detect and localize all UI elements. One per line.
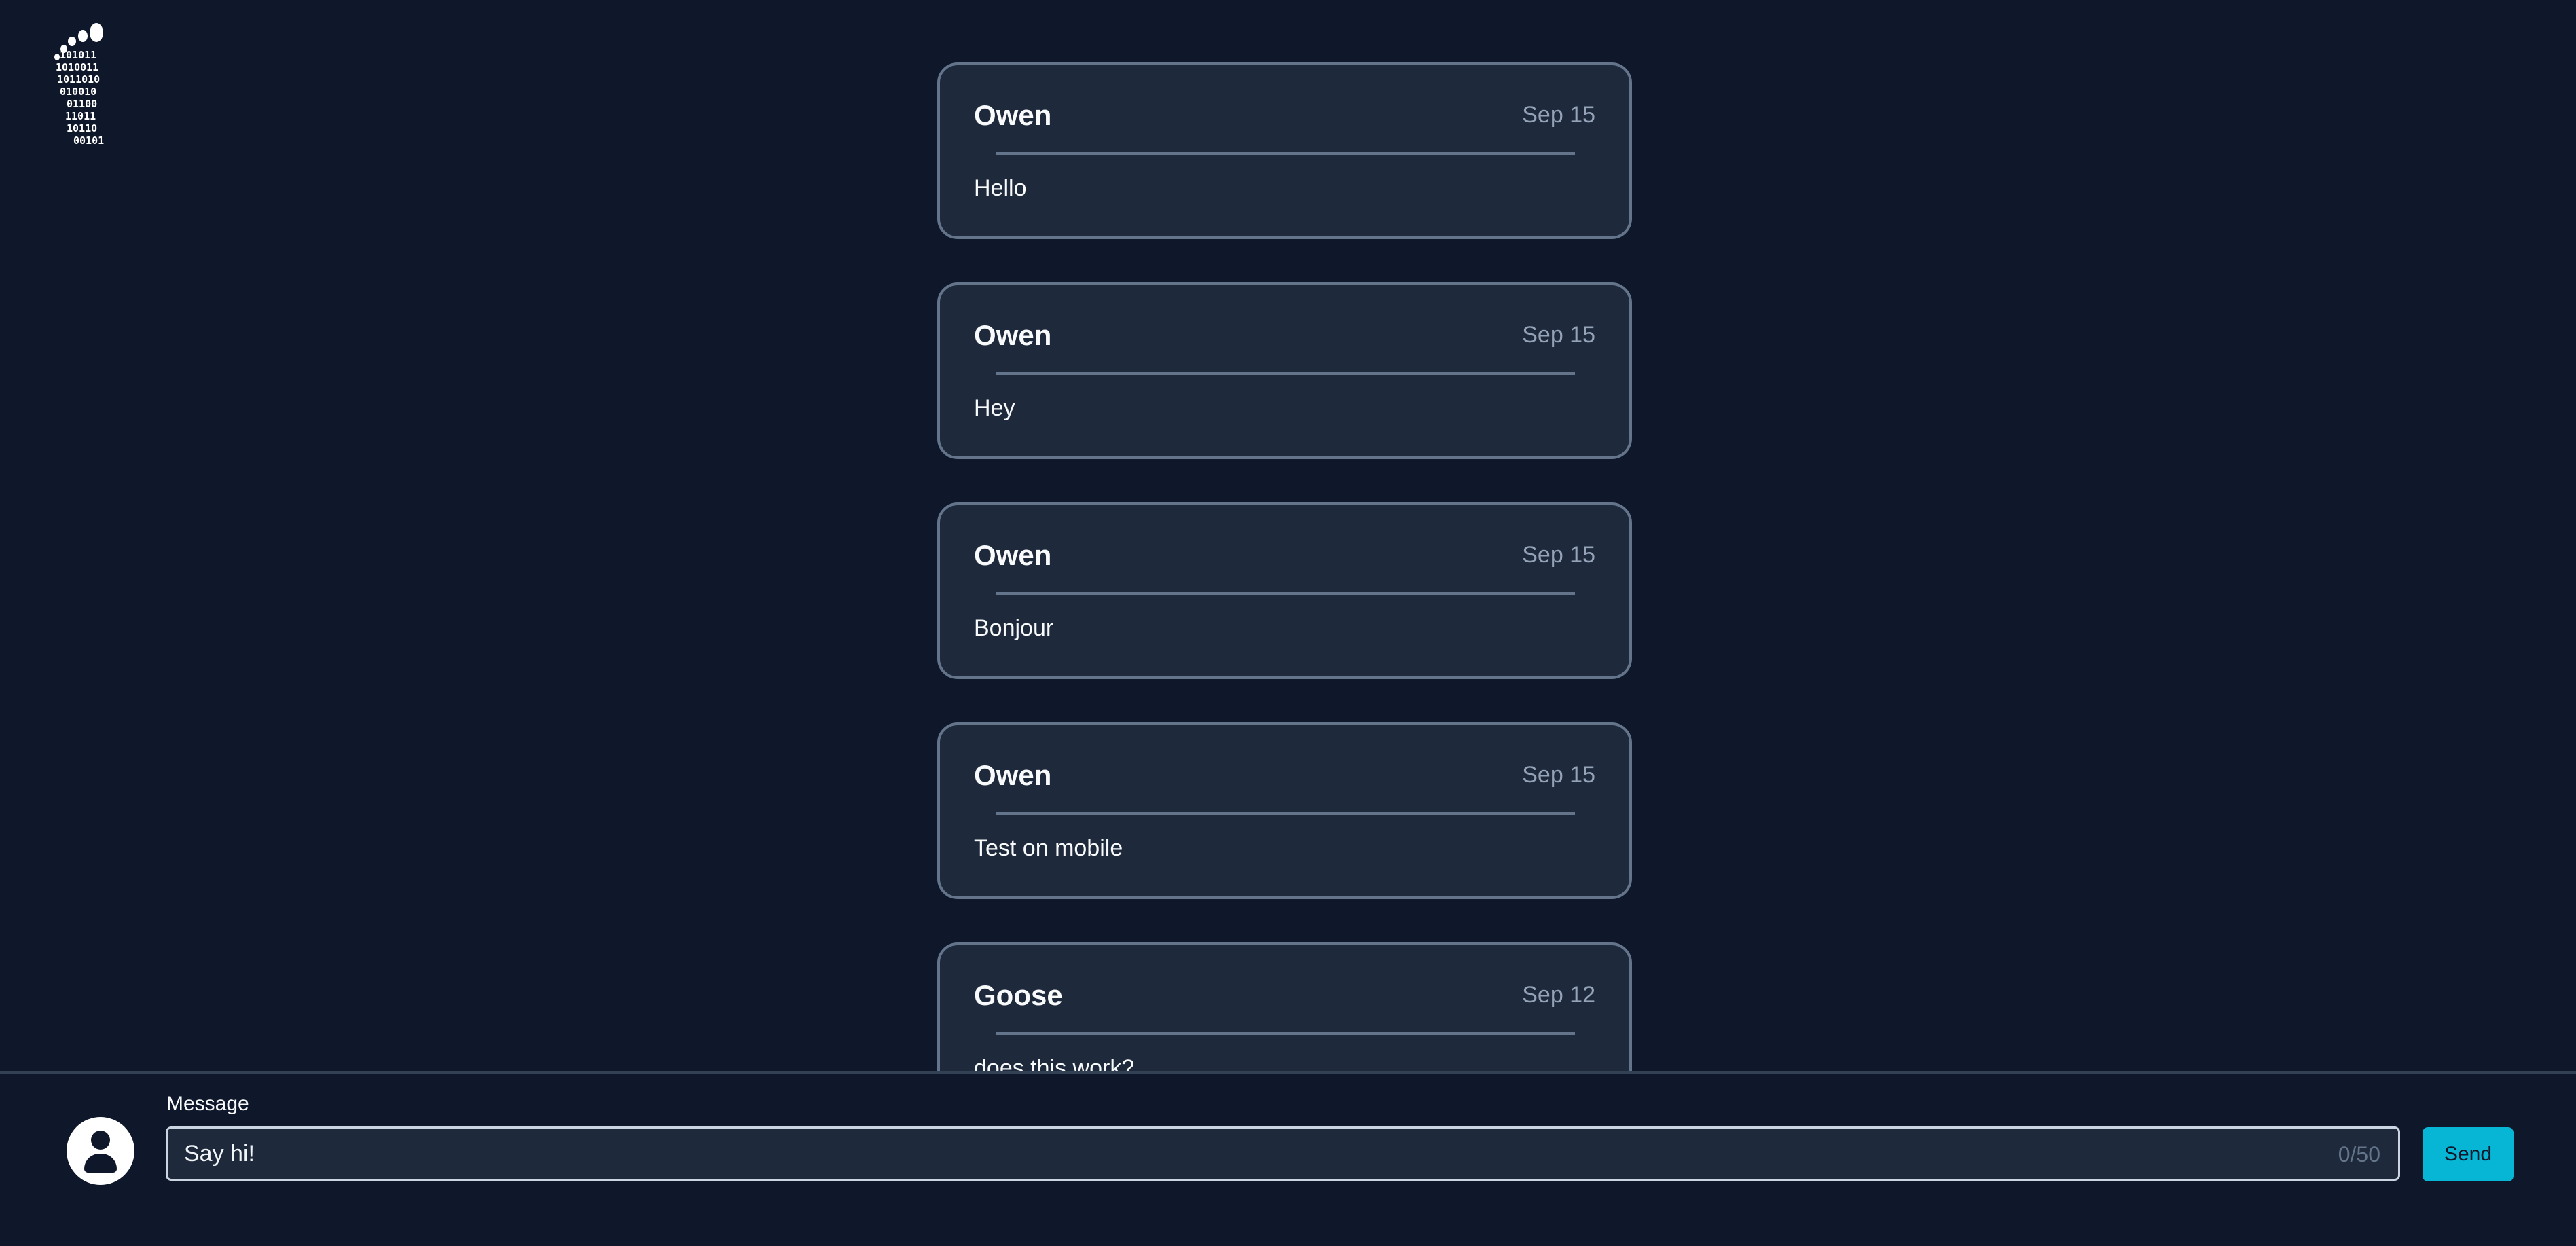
message-input[interactable]: [184, 1129, 2289, 1179]
message-date: Sep 12: [1522, 982, 1595, 1008]
character-counter: 0/50: [2338, 1142, 2380, 1167]
message-text: Hello: [974, 175, 1027, 201]
message-composer: Message 0/50 Send: [0, 1071, 2576, 1246]
message-feed[interactable]: Owen Sep 15 Hello Owen Sep 15 Hey Owen S…: [0, 0, 2576, 1071]
message-field-label: Message: [166, 1093, 249, 1115]
message-divider: [996, 372, 1575, 375]
message-date: Sep 15: [1522, 102, 1595, 128]
message-field[interactable]: 0/50: [166, 1126, 2400, 1181]
message-divider: [996, 1032, 1575, 1035]
message-author: Owen: [974, 759, 1052, 791]
message-card: Owen Sep 15 Test on mobile: [937, 722, 1632, 899]
message-date: Sep 15: [1522, 542, 1595, 568]
message-divider: [996, 152, 1575, 155]
message-text: Bonjour: [974, 615, 1054, 641]
message-author: Owen: [974, 319, 1052, 351]
message-date: Sep 15: [1522, 762, 1595, 788]
message-card: Goose Sep 12 does this work?: [937, 942, 1632, 1071]
message-author: Goose: [974, 979, 1063, 1011]
message-divider: [996, 592, 1575, 595]
message-author: Owen: [974, 99, 1052, 131]
message-text: does this work?: [974, 1055, 1135, 1071]
message-text: Hey: [974, 395, 1015, 421]
message-card: Owen Sep 15 Hey: [937, 282, 1632, 459]
message-card: Owen Sep 15 Hello: [937, 62, 1632, 239]
message-divider: [996, 812, 1575, 815]
message-date: Sep 15: [1522, 322, 1595, 348]
avatar[interactable]: [67, 1117, 134, 1185]
message-card: Owen Sep 15 Bonjour: [937, 502, 1632, 679]
message-text: Test on mobile: [974, 835, 1123, 861]
send-button[interactable]: Send: [2423, 1127, 2514, 1181]
message-author: Owen: [974, 539, 1052, 571]
